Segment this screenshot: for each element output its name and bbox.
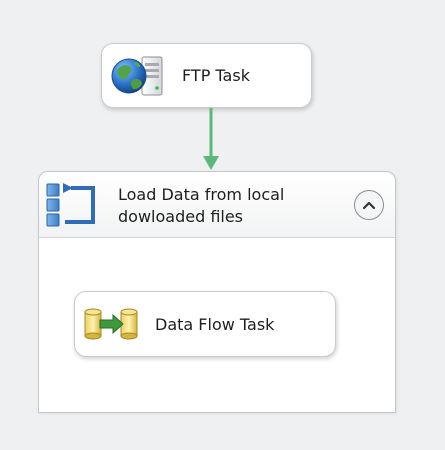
- ftp-task[interactable]: FTP Task: [101, 43, 312, 108]
- globe-server-icon: [111, 56, 163, 95]
- data-flow-icon: [84, 308, 138, 340]
- ftp-task-label: FTP Task: [182, 66, 250, 85]
- chevron-up-icon: [362, 201, 376, 210]
- container-title: Load Data from local dowloaded files: [118, 185, 285, 226]
- collapse-button[interactable]: [354, 190, 384, 220]
- foreach-loop-icon: [46, 183, 95, 227]
- precedence-constraint-arrow[interactable]: [200, 108, 222, 172]
- data-flow-task[interactable]: Data Flow Task: [74, 291, 336, 357]
- container-header[interactable]: Load Data from local dowloaded files: [39, 172, 395, 238]
- data-flow-task-label: Data Flow Task: [155, 314, 275, 334]
